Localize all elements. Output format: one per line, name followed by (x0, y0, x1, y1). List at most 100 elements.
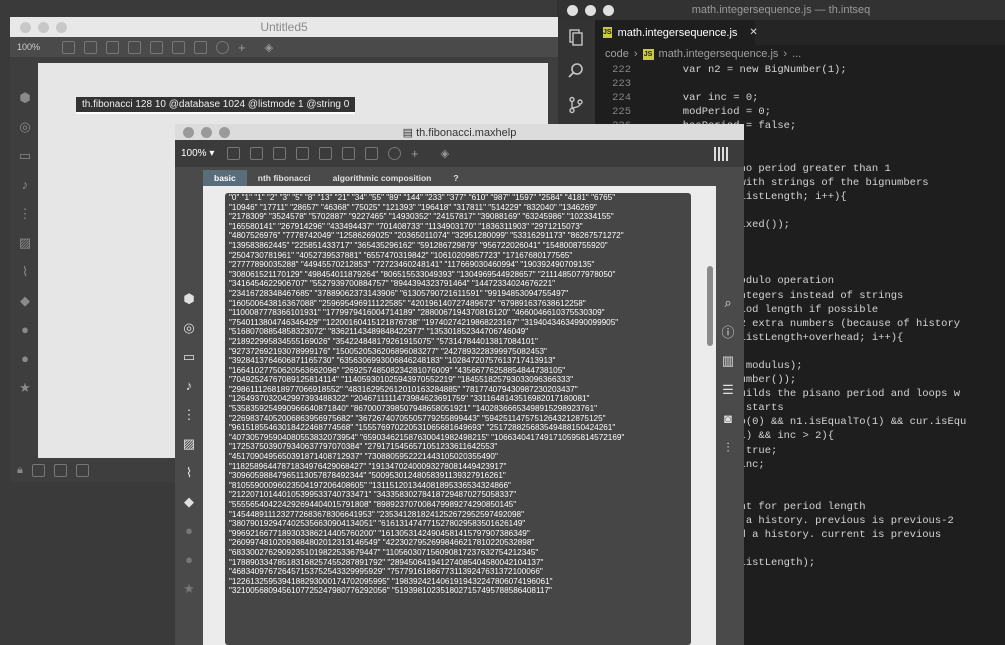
breadcrumb-symbol[interactable]: ... (792, 48, 801, 60)
object-icon[interactable]: ⬢ (183, 284, 194, 313)
star-icon[interactable]: ★ (183, 574, 195, 603)
target-icon[interactable]: ◎ (19, 112, 30, 141)
tab-nth-fibonacci[interactable]: nth fibonacci (247, 170, 322, 186)
camera-icon[interactable]: ◙ (724, 404, 732, 433)
close-window-button[interactable] (567, 4, 578, 16)
minimize-window-button[interactable] (201, 126, 212, 138)
minimize-window-button[interactable] (585, 4, 596, 16)
output-line: "407305795904080553832073954" "659034621… (229, 432, 625, 442)
help-zoom-menu[interactable]: 100% ▾ (181, 148, 227, 159)
close-window-button[interactable] (20, 21, 31, 33)
help-scrollbar[interactable] (707, 266, 713, 346)
help-titlebar: ▤ th.fibonacci.maxhelp (175, 124, 744, 140)
output-line: "468340976726457153752543329995929" "757… (229, 567, 543, 577)
panel-icon[interactable]: ▭ (19, 141, 31, 170)
dial-icon[interactable] (216, 40, 229, 54)
image-icon[interactable]: ▨ (183, 429, 195, 458)
line-number: 222 (612, 64, 631, 76)
zoom-window-button[interactable] (603, 4, 614, 16)
help-left-sidebar: ⬢ ◎ ▭ ♪ ⋮ ▨ ⌇ ◆ ● ● ★ (175, 284, 203, 603)
tool-icon[interactable] (62, 40, 75, 54)
breadcrumb-folder[interactable]: code (605, 48, 629, 60)
music-note-icon[interactable]: ♪ (186, 371, 193, 400)
v-icon[interactable]: ● (185, 516, 193, 545)
help-canvas[interactable]: "0" "1" "1" "2" "3" "5" "8" "13" "21" "3… (203, 186, 716, 645)
v-icon[interactable]: ● (21, 315, 29, 344)
comment-icon[interactable] (106, 40, 119, 54)
tool-icon[interactable] (319, 147, 332, 160)
book-icon[interactable]: ▥ (722, 346, 734, 375)
source-control-icon[interactable] (557, 88, 595, 122)
close-window-button[interactable] (183, 126, 194, 138)
grid-icon[interactable] (75, 463, 89, 477)
tool-icon[interactable] (250, 147, 263, 160)
output-line: "51680708854858323072" "8362114348984842… (229, 327, 529, 337)
target-icon[interactable]: ◎ (183, 313, 194, 342)
paint-icon[interactable]: ◈ (441, 147, 449, 160)
add-icon[interactable]: + (411, 146, 419, 161)
patcher-window-controls (20, 17, 67, 37)
grid-icon[interactable] (714, 146, 730, 161)
attach-icon[interactable]: ⌇ (22, 257, 28, 286)
object-icon[interactable]: ⬢ (19, 83, 30, 112)
output-line: "2504730781961" "4052739537881" "6557470… (229, 250, 573, 260)
plug-icon[interactable]: ◆ (184, 487, 194, 516)
output-line: "165580141" "267914296" "433494437" "701… (229, 221, 583, 231)
javascript-file-icon: JS (603, 27, 612, 38)
tab-basic[interactable]: basic (203, 170, 247, 186)
paint-icon[interactable]: ◈ (265, 41, 273, 54)
tool-icon[interactable] (84, 40, 97, 54)
comment-icon[interactable] (53, 463, 67, 477)
add-icon[interactable]: + (238, 40, 246, 55)
presentation-icon[interactable] (31, 463, 45, 477)
list-icon[interactable]: ☰ (722, 375, 734, 404)
tool-icon[interactable] (365, 147, 378, 160)
zoom-window-button[interactable] (56, 21, 67, 33)
help-tabs: basic nth fibonacci algorithmic composit… (203, 170, 470, 186)
plug-icon[interactable]: ◆ (20, 286, 30, 315)
minimize-window-button[interactable] (38, 21, 49, 33)
fibonacci-object[interactable]: th.fibonacci 128 10 @database 1024 @list… (76, 97, 356, 114)
editor-tab-label: math.integersequence.js (617, 26, 738, 39)
lock-icon[interactable]: 🔒︎ (17, 464, 23, 477)
help-right-sidebar: ⌕ ⓘ ▥ ☰ ◙ ⫶ (716, 288, 740, 462)
music-note-icon[interactable]: ♪ (22, 170, 29, 199)
info-icon[interactable]: ⓘ (721, 317, 734, 346)
tool-icon[interactable] (128, 40, 141, 54)
output-message-box[interactable]: "0" "1" "1" "2" "3" "5" "8" "13" "21" "3… (225, 193, 691, 645)
panel-icon[interactable]: ▭ (183, 342, 195, 371)
tool-icon[interactable] (227, 147, 240, 160)
zoom-window-button[interactable] (219, 126, 230, 138)
output-line: "308061521170129" "498454011879264" "806… (229, 269, 616, 279)
tab-help[interactable]: ? (442, 170, 469, 186)
sequence-icon[interactable]: ⋮ (183, 400, 196, 429)
search-icon[interactable]: ⌕ (724, 288, 731, 317)
patcher-zoom[interactable]: 100% (17, 42, 53, 52)
patcher-titlebar: Untitled5 (10, 17, 558, 37)
star-icon[interactable]: ★ (19, 373, 31, 402)
comment-icon[interactable] (273, 147, 286, 160)
sliders-icon[interactable]: ⫶ (726, 433, 729, 462)
image-icon[interactable]: ▨ (19, 228, 31, 257)
tool-icon[interactable] (296, 147, 309, 160)
tool-icon[interactable] (342, 147, 355, 160)
sequence-icon[interactable]: ⋮ (19, 199, 32, 228)
tool-icon[interactable] (194, 40, 207, 54)
editor-tab[interactable]: JS math.integersequence.js ✕ (595, 20, 758, 45)
help-window-title: ▤ th.fibonacci.maxhelp (402, 126, 517, 139)
tool-icon[interactable] (172, 40, 185, 54)
output-line: "212207101440105399533740733471" "343358… (229, 490, 517, 500)
patcher-toolbar: 100% + ◈ (10, 37, 558, 57)
explorer-icon[interactable] (557, 20, 595, 54)
attach-icon[interactable]: ⌇ (186, 458, 192, 487)
tab-algorithmic-composition[interactable]: algorithmic composition (322, 170, 443, 186)
javascript-file-icon: JS (642, 48, 654, 60)
dial-icon[interactable] (388, 147, 401, 160)
b-icon[interactable]: ● (21, 344, 29, 373)
output-line: "9969216677189303386214405760200" "16130… (229, 528, 530, 538)
breadcrumb-file[interactable]: math.integersequence.js (659, 48, 779, 60)
b-icon[interactable]: ● (185, 545, 193, 574)
close-icon[interactable]: ✕ (749, 27, 757, 38)
tool-icon[interactable] (150, 40, 163, 54)
search-icon[interactable] (557, 54, 595, 88)
